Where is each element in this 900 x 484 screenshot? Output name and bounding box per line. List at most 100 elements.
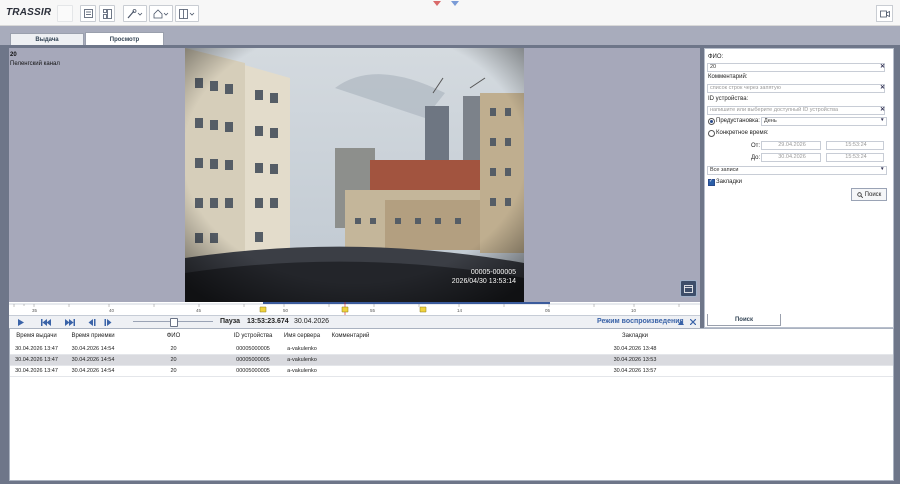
video-frame: 00005-000005 2026/04/30 13:53:14 xyxy=(185,48,524,302)
search-button[interactable]: Поиск xyxy=(851,188,887,201)
comment-field[interactable]: список строк через запятую xyxy=(707,84,885,93)
from-time-field[interactable]: 15:53:24 xyxy=(826,141,884,150)
frame-back-button[interactable] xyxy=(87,318,97,326)
preset-select[interactable]: День xyxy=(761,117,887,126)
channel-name: Пеленгский канал xyxy=(10,61,60,67)
skip-start-icon xyxy=(41,318,51,326)
home-icon xyxy=(153,8,169,18)
table-cell xyxy=(322,344,379,354)
timeline-tick: 55 xyxy=(370,308,376,313)
playback-mode-label[interactable]: Режим воспроизведения xyxy=(597,318,684,325)
specific-time-radio[interactable] xyxy=(708,130,715,137)
records-select[interactable]: Все записи xyxy=(707,166,887,175)
timeline-tick: 05 xyxy=(545,308,551,313)
table-cell: 30.04.2026 13:53 xyxy=(613,357,657,363)
table-cell: 30.04.2026 14:54 xyxy=(71,357,115,363)
from-label: От: xyxy=(751,143,761,149)
camera-button[interactable] xyxy=(876,5,893,22)
table-row[interactable]: 30.04.2026 13:47 30.04.2026 14:54 20 000… xyxy=(10,355,893,366)
list-button[interactable] xyxy=(80,5,96,22)
overlay-datetime: 2026/04/30 13:53:14 xyxy=(451,278,516,285)
top-toolbar: TRASSIR xyxy=(0,0,900,26)
timeline-tick: 35 xyxy=(32,308,38,313)
frame-back-icon xyxy=(88,318,96,326)
table-cell: a-vakulenko xyxy=(287,368,317,374)
trassir-logo: TRASSIR xyxy=(6,7,52,18)
timeline-tick: 45 xyxy=(196,308,202,313)
table-cell: 30.04.2026 13:48 xyxy=(613,346,657,352)
playback-state: Пауза xyxy=(220,318,241,325)
column-header[interactable]: Закладки xyxy=(379,329,891,343)
tab-prosmotr[interactable]: Просмотр xyxy=(85,32,164,46)
table-cell: 20 xyxy=(170,357,177,363)
camera-icon xyxy=(879,10,890,17)
timeline[interactable]: 35 40 45 50 55 14 05 10 xyxy=(9,302,700,315)
tab-search[interactable]: Поиск xyxy=(707,314,781,326)
timeline-tick: 50 xyxy=(283,308,289,313)
chevron-down-icon: ▾ xyxy=(881,117,884,123)
to-label: До: xyxy=(751,155,761,161)
to-date-field[interactable]: 30.04.2026 xyxy=(761,153,821,162)
layout-button[interactable] xyxy=(99,5,115,22)
split-dropdown[interactable] xyxy=(175,5,199,22)
clear-icon[interactable]: ✕ xyxy=(880,106,885,113)
home-dropdown[interactable] xyxy=(149,5,173,22)
wrench-icon xyxy=(127,8,143,18)
search-icon xyxy=(856,191,863,198)
column-header[interactable]: Время приемки xyxy=(63,329,124,343)
table-cell xyxy=(322,366,379,376)
disabled-button[interactable] xyxy=(57,5,73,22)
table-row[interactable]: 30.04.2026 13:47 30.04.2026 14:54 20 000… xyxy=(10,344,893,355)
layout-icon xyxy=(102,8,112,19)
table-cell: 20 xyxy=(170,368,177,374)
column-header[interactable]: ФИО xyxy=(123,329,225,343)
camera-image xyxy=(185,48,524,302)
clear-icon[interactable]: ✕ xyxy=(880,84,885,91)
to-time-field[interactable]: 15:53:24 xyxy=(826,153,884,162)
table-cell: 00005000005 xyxy=(236,357,270,363)
table-cell: a-vakulenko xyxy=(287,357,317,363)
collapse-button[interactable] xyxy=(677,318,685,326)
bookmarks-checkbox[interactable] xyxy=(708,178,715,186)
column-header[interactable]: Комментарий xyxy=(322,329,380,343)
export-button[interactable] xyxy=(680,280,697,297)
specific-time-label: Конкретное время: xyxy=(716,130,769,136)
table-cell: 30.04.2026 13:47 xyxy=(15,368,58,374)
skip-start-button[interactable] xyxy=(40,318,52,326)
overlay-camera-id: 00005-000005 xyxy=(470,269,516,276)
comment-label: Комментарий: xyxy=(708,74,748,80)
triangle-up-icon xyxy=(678,319,684,325)
tools-dropdown[interactable] xyxy=(123,5,147,22)
device-id-label: ID устройства: xyxy=(708,96,749,102)
preset-radio[interactable] xyxy=(708,118,715,125)
table-cell: 00005000005 xyxy=(236,368,270,374)
column-header[interactable]: Имя сервера xyxy=(282,329,323,343)
close-icon xyxy=(690,319,696,325)
calendar-icon xyxy=(684,285,693,293)
table-row[interactable]: 30.04.2026 13:47 30.04.2026 14:54 20 000… xyxy=(10,366,893,377)
table-cell: 30.04.2026 13:47 xyxy=(15,357,58,363)
timeline-tick: 14 xyxy=(457,308,463,313)
timeline-tick: 40 xyxy=(109,308,115,313)
playback-time: 13:53:23.674 xyxy=(247,318,289,325)
play-button[interactable] xyxy=(16,318,26,326)
skip-end-button[interactable] xyxy=(64,318,76,326)
speed-slider-knob[interactable] xyxy=(170,318,178,327)
table-cell: 30.04.2026 14:54 xyxy=(71,346,115,352)
list-icon xyxy=(83,9,93,18)
fio-label: ФИО: xyxy=(708,54,724,60)
column-header[interactable]: ID устройства xyxy=(224,329,283,343)
play-icon xyxy=(18,318,24,326)
close-button[interactable] xyxy=(689,318,697,326)
skip-end-icon xyxy=(65,318,75,326)
preset-label: Предустановка: xyxy=(716,118,760,124)
clear-icon[interactable]: ✕ xyxy=(880,63,885,70)
split-icon xyxy=(179,8,195,19)
from-date-field[interactable]: 29.04.2026 xyxy=(761,141,821,150)
column-header[interactable]: Время выдачи xyxy=(10,329,64,343)
channel-number: 20 xyxy=(10,52,17,58)
fio-field[interactable]: 20 xyxy=(707,63,885,72)
frame-forward-button[interactable] xyxy=(103,318,113,326)
table-cell: a-vakulenko xyxy=(287,346,317,352)
device-id-field[interactable]: напишите или выберите доступный ID устро… xyxy=(707,106,885,115)
